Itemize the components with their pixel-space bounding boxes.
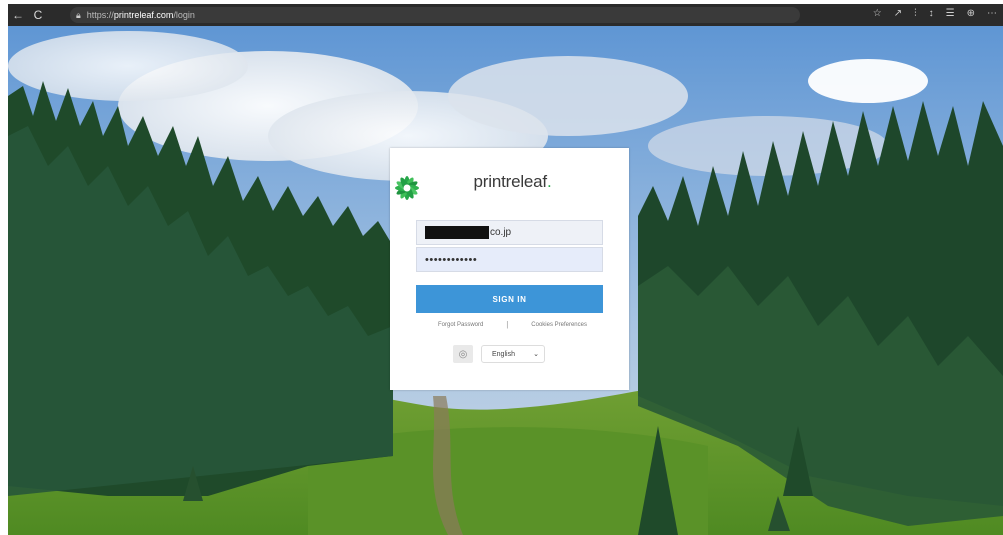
url-prefix: https://: [86, 10, 114, 20]
more-icon[interactable]: ⋯: [987, 8, 997, 19]
password-mask: ••••••••••••: [425, 253, 478, 266]
email-field[interactable]: co.jp: [416, 220, 603, 245]
browser-toolbar: ← C 🔒︎ https:// printreleaf.com /login ☆…: [8, 4, 1003, 26]
brand-name-part2: releaf: [505, 172, 548, 191]
password-field[interactable]: ••••••••••••: [416, 247, 603, 272]
url-host: printreleaf.com: [113, 10, 174, 20]
auxiliary-links: Forgot Password | Cookies Preferences: [416, 320, 603, 329]
url-path: /login: [173, 10, 195, 20]
login-card: printreleaf. co.jp •••••••••••• SIGN IN …: [390, 148, 629, 390]
collections-icon[interactable]: ☰: [946, 8, 955, 19]
chevron-down-icon: ⌄: [533, 351, 539, 358]
leaf-logo-icon: [395, 176, 419, 200]
share-icon[interactable]: ↗: [894, 8, 902, 19]
forgot-password-link[interactable]: Forgot Password: [438, 322, 483, 328]
favorite-icon[interactable]: ☆: [873, 8, 882, 19]
email-visible-text: co.jp: [490, 227, 512, 238]
brand-logo: printreleaf.: [390, 172, 629, 200]
brand-name-part1: print: [473, 172, 506, 191]
brand-name-dot: .: [546, 172, 552, 191]
cookies-preferences-link[interactable]: Cookies Preferences: [531, 322, 587, 328]
browser-window: ← C 🔒︎ https:// printreleaf.com /login ☆…: [0, 0, 1003, 535]
link-separator: |: [506, 320, 509, 329]
split-screen-icon[interactable]: ⫶: [914, 8, 917, 19]
lock-icon: 🔒︎: [76, 9, 81, 20]
language-dropdown[interactable]: English ⌄: [481, 345, 545, 363]
address-bar[interactable]: 🔒︎ https:// printreleaf.com /login: [70, 7, 800, 23]
language-value: English: [492, 350, 515, 358]
brand-name: printreleaf.: [474, 172, 552, 192]
login-page: printreleaf. co.jp •••••••••••• SIGN IN …: [8, 26, 1003, 535]
globe-icon: ◎: [453, 345, 473, 363]
language-selector: ◎ English ⌄: [453, 345, 556, 363]
favorites-bar-icon[interactable]: ↕: [929, 8, 934, 19]
back-icon[interactable]: ←: [8, 8, 28, 22]
redacted-email-block: [425, 226, 489, 239]
extensions-icon[interactable]: ⊕: [967, 8, 975, 19]
toolbar-icons: ☆ ↗ ⫶ ↕ ☰ ⊕ ⋯: [873, 8, 997, 19]
sign-in-button[interactable]: SIGN IN: [416, 285, 603, 313]
reload-icon[interactable]: C: [28, 8, 48, 22]
